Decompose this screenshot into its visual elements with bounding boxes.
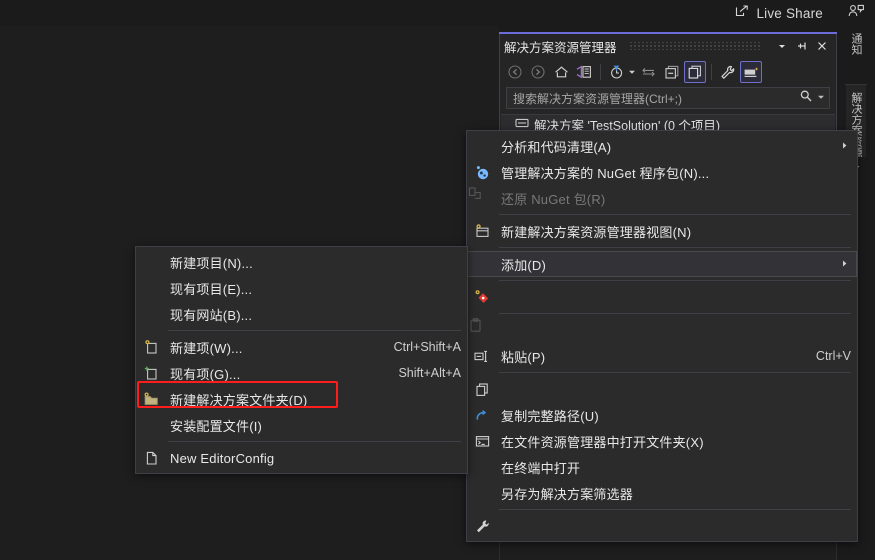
solution-context-menu: 分析和代码清理(A) 管理解决方案的 NuGet 程序包(N)... 还原 Nu… — [466, 130, 858, 542]
paste-icon — [467, 317, 497, 343]
share-arrow-icon — [734, 4, 750, 22]
filter-caret-icon[interactable] — [627, 68, 637, 76]
menu-item-new-project[interactable]: 新建项目(N)... — [136, 249, 467, 275]
add-submenu: 新建项目(N)... 现有项目(E)... 现有网站(B)... 新建项(W).… — [135, 246, 468, 474]
properties-icon[interactable] — [717, 61, 739, 83]
chevron-right-icon — [837, 141, 851, 152]
solution-explorer-header: 解决方案资源管理器 — [500, 34, 836, 58]
search-caret-icon[interactable] — [817, 93, 825, 103]
menu-item-existing-website[interactable]: 现有网站(B)... — [136, 301, 467, 327]
menu-item-icon-slot — [467, 133, 497, 159]
menu-separator — [499, 280, 851, 281]
sync-with-active-document-icon[interactable] — [638, 61, 660, 83]
search-icon[interactable] — [799, 89, 813, 108]
menu-separator — [499, 247, 851, 248]
menu-item-restore-nuget-packages: 还原 NuGet 包(R) — [467, 185, 857, 211]
live-share-button[interactable]: Live Share — [734, 4, 823, 22]
menu-item-analyze-and-cleanup[interactable]: 分析和代码清理(A) — [467, 133, 857, 159]
menu-item-open-folder-in-file-explorer[interactable]: 复制完整路径(U) — [467, 402, 857, 428]
person-invite-icon[interactable] — [847, 3, 865, 24]
menu-item-rename[interactable]: 粘贴(P) Ctrl+V — [467, 343, 857, 369]
rename-icon — [467, 343, 497, 369]
drag-grip[interactable] — [628, 42, 762, 50]
menu-separator — [499, 313, 851, 314]
back-icon[interactable] — [504, 61, 526, 83]
chevron-down-icon[interactable] — [774, 38, 790, 54]
nuget-icon — [467, 159, 497, 185]
vtab-notifications[interactable]: 通知 — [846, 26, 866, 84]
forward-icon[interactable] — [527, 61, 549, 83]
solution-explorer-toolbar — [500, 58, 836, 86]
menu-separator — [168, 441, 461, 442]
editorconfig-file-icon — [136, 445, 166, 471]
git-repository-icon — [467, 284, 497, 310]
menu-separator — [499, 214, 851, 215]
title-bar: Live Share — [0, 0, 875, 26]
menu-item-new-solution-folder[interactable]: 新建解决方案文件夹(D) — [136, 386, 467, 412]
close-icon[interactable] — [814, 38, 830, 54]
vs-code-icon[interactable] — [573, 61, 595, 83]
menu-item-new-item[interactable]: 新建项(W)... Ctrl+Shift+A — [136, 334, 467, 360]
menu-item-new-editorconfig[interactable]: New EditorConfig — [136, 445, 467, 471]
preview-selected-items-icon[interactable] — [740, 61, 762, 83]
new-solution-explorer-view-icon — [467, 218, 497, 244]
pin-icon[interactable] — [794, 38, 810, 54]
menu-item-icon-slot — [467, 454, 497, 480]
new-item-icon — [136, 334, 166, 360]
menu-item-new-solution-explorer-view[interactable]: 新建解决方案资源管理器视图(N) — [467, 218, 857, 244]
menu-item-install-config-file[interactable]: 安装配置文件(I) — [136, 412, 467, 438]
panel-title: 解决方案资源管理器 — [504, 40, 617, 55]
menu-item-properties[interactable] — [467, 513, 857, 539]
chevron-right-icon — [837, 259, 851, 270]
menu-item-icon-slot — [136, 275, 166, 301]
menu-item-open-in-terminal[interactable]: 在文件资源管理器中打开文件夹(X) — [467, 428, 857, 454]
menu-item-icon-slot — [136, 412, 166, 438]
menu-separator — [499, 509, 851, 510]
menu-item-icon-slot — [467, 480, 497, 506]
menu-item-hide-unloaded-projects[interactable]: 另存为解决方案筛选器 — [467, 480, 857, 506]
toolbar-separator-2 — [711, 64, 712, 80]
menu-item-icon-slot — [136, 249, 166, 275]
menu-item-icon-slot — [467, 251, 497, 277]
live-share-label: Live Share — [756, 5, 823, 21]
show-all-files-icon[interactable] — [684, 61, 706, 83]
menu-item-copy-full-path[interactable] — [467, 376, 857, 402]
menu-separator — [499, 372, 851, 373]
home-icon[interactable] — [550, 61, 572, 83]
search-input[interactable]: 搜索解决方案资源管理器(Ctrl+;) — [506, 87, 830, 109]
collapse-all-icon[interactable] — [661, 61, 683, 83]
pending-changes-filter-icon[interactable] — [606, 61, 628, 83]
vs-window: Live Share 通知 解决方案资源... ▶ 解决方案资源管理器 — [0, 0, 875, 560]
menu-item-existing-project[interactable]: 现有项目(E)... — [136, 275, 467, 301]
terminal-icon — [467, 428, 497, 454]
existing-item-icon — [136, 360, 166, 386]
wrench-icon — [467, 513, 497, 539]
copy-full-path-icon — [467, 376, 497, 402]
menu-item-manage-nuget-packages[interactable]: 管理解决方案的 NuGet 程序包(N)... — [467, 159, 857, 185]
toolbar-separator — [600, 64, 601, 80]
new-solution-folder-icon — [136, 386, 166, 412]
menu-item-add[interactable]: 添加(D) — [467, 251, 857, 277]
menu-item-existing-item[interactable]: 现有项(G)... Shift+Alt+A — [136, 360, 467, 386]
open-folder-icon — [467, 402, 497, 428]
search-placeholder: 搜索解决方案资源管理器(Ctrl+;) — [513, 91, 682, 106]
menu-item-icon-slot — [136, 301, 166, 327]
restore-nuget-icon — [467, 185, 497, 211]
menu-item-save-as-solution-filter[interactable]: 在终端中打开 — [467, 454, 857, 480]
menu-separator — [168, 330, 461, 331]
menu-item-create-git-repository[interactable] — [467, 284, 857, 310]
menu-item-paste — [467, 317, 857, 343]
